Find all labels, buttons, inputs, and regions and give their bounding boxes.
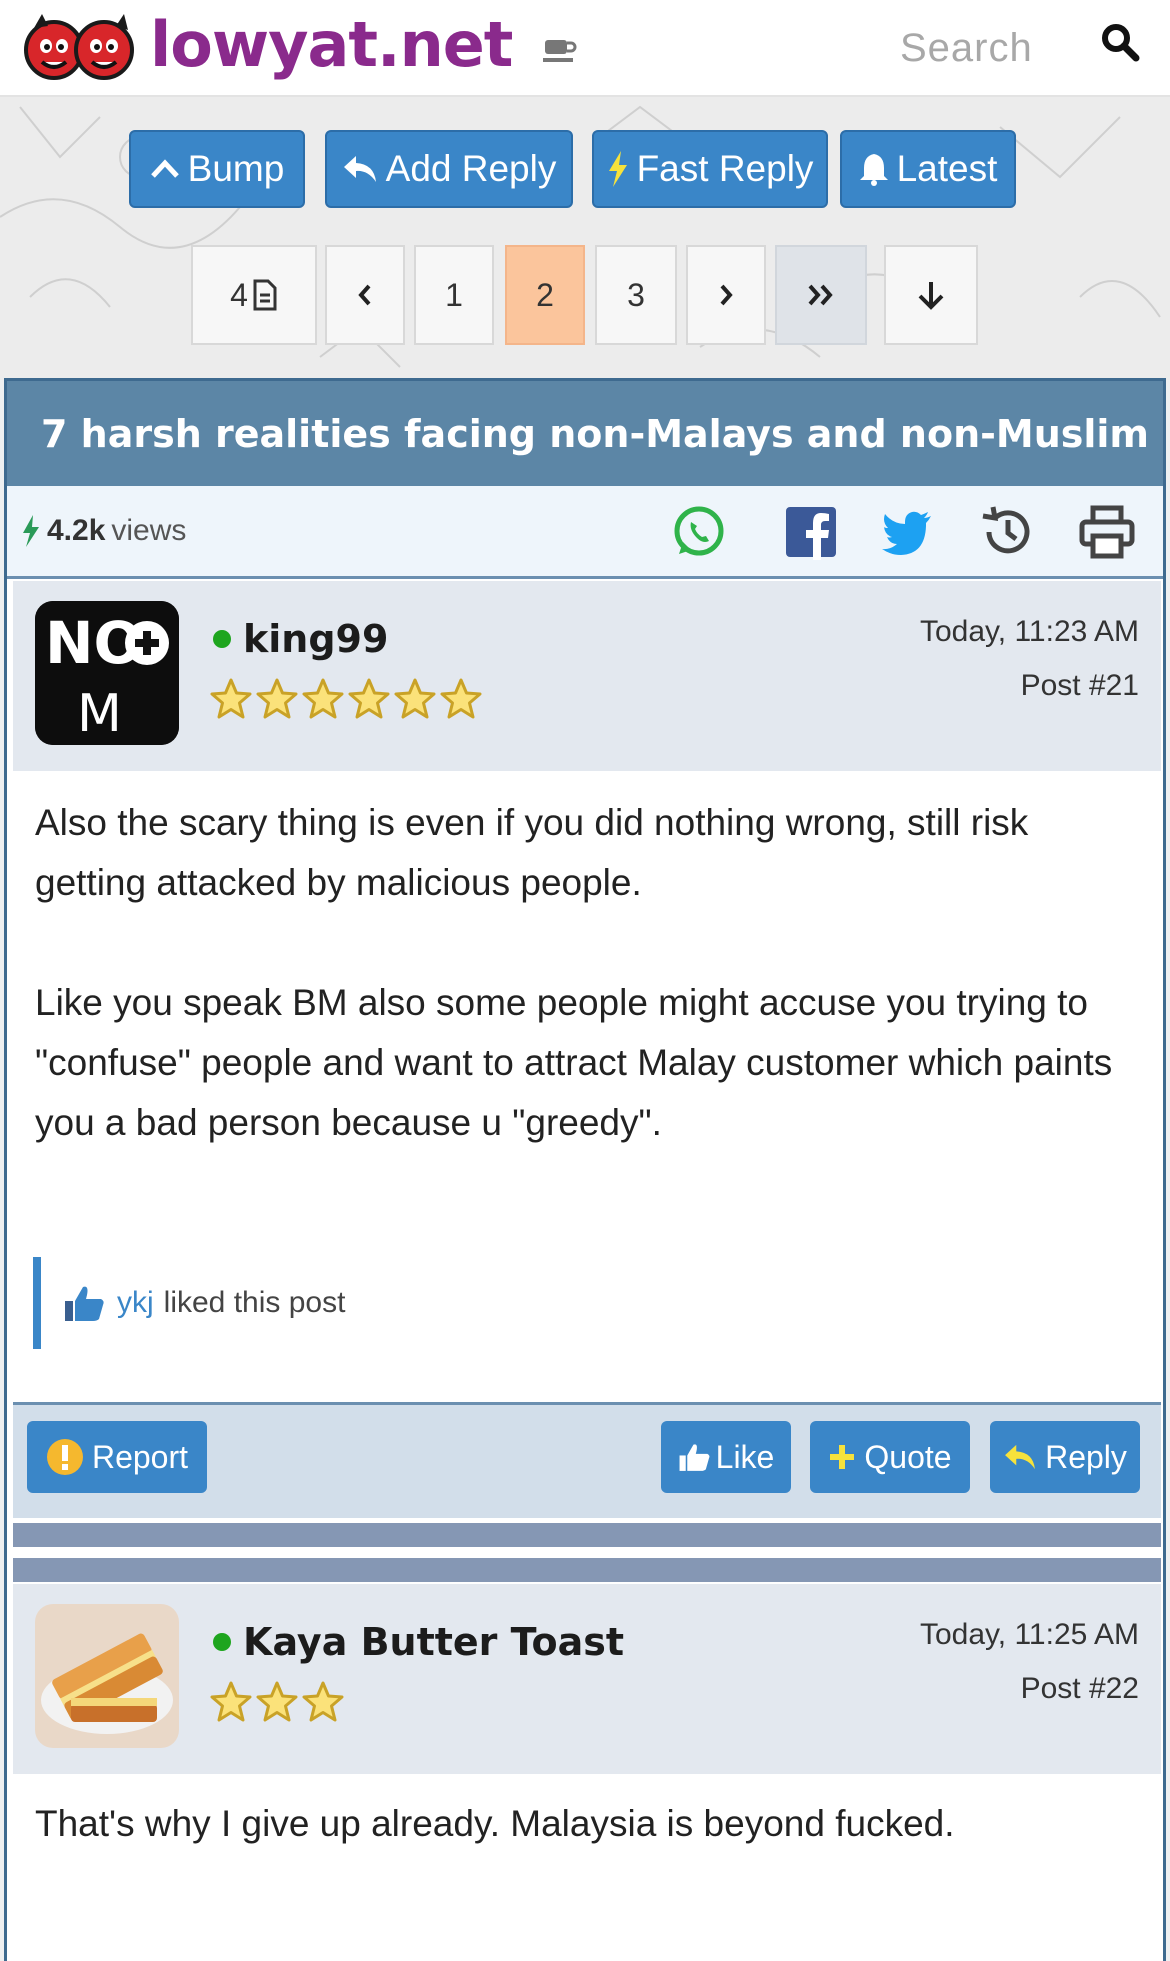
site-header: lowyat.net bbox=[0, 0, 1170, 97]
last-page-button[interactable] bbox=[775, 245, 867, 345]
liked-by-text: liked this post bbox=[163, 1286, 346, 1319]
page-1-label: 1 bbox=[445, 276, 463, 313]
lightning-bolt-icon bbox=[607, 151, 629, 187]
avatar[interactable]: NO M bbox=[35, 601, 179, 745]
post-timestamp: Today, 11:25 AM bbox=[919, 1618, 1139, 1651]
post-paragraph: Also the scary thing is even if you did … bbox=[35, 802, 1029, 903]
like-label: Like bbox=[715, 1438, 775, 1475]
star-icon bbox=[394, 678, 436, 719]
post-paragraph: Like you speak BM also some people might… bbox=[35, 982, 1113, 1143]
page-count-button[interactable]: 4 bbox=[191, 245, 317, 345]
views-label: views bbox=[111, 514, 187, 547]
reply-label: Reply bbox=[1045, 1438, 1127, 1475]
reply-arrow-icon bbox=[1005, 1444, 1036, 1470]
page-2-label: 2 bbox=[536, 276, 554, 313]
document-icon bbox=[253, 279, 277, 311]
post-number-link[interactable]: Post #22 bbox=[1021, 1672, 1139, 1706]
previous-page-button[interactable] bbox=[325, 245, 405, 345]
quote-label: Quote bbox=[864, 1438, 952, 1475]
post-actions-bar: Report Like Quote Reply bbox=[13, 1402, 1161, 1518]
whatsapp-icon[interactable] bbox=[671, 504, 727, 560]
star-icon bbox=[210, 1681, 252, 1722]
reply-arrow-icon bbox=[342, 154, 378, 184]
report-label: Report bbox=[91, 1438, 189, 1475]
avatar[interactable] bbox=[35, 1604, 179, 1748]
total-pages-label: 4 bbox=[230, 276, 248, 313]
page-1-button[interactable]: 1 bbox=[414, 245, 494, 345]
search-input[interactable] bbox=[900, 20, 1080, 76]
avatar-bottom-text: M bbox=[77, 684, 122, 744]
star-icon bbox=[440, 678, 482, 719]
twitter-icon[interactable] bbox=[879, 504, 935, 560]
topic-stats-bar: 4.2k views bbox=[7, 486, 1163, 579]
star-icon bbox=[210, 678, 252, 719]
like-button[interactable]: Like bbox=[661, 1421, 791, 1493]
page-3-label: 3 bbox=[627, 276, 645, 313]
views-count: 4.2k bbox=[47, 514, 106, 547]
quote-button[interactable]: Quote bbox=[810, 1421, 970, 1493]
liked-by-note: ykj liked this post bbox=[33, 1257, 633, 1349]
chevron-right-icon bbox=[720, 284, 733, 306]
post-header: NO M king99 Today, 11:23 AM Post #21 bbox=[13, 581, 1161, 771]
facebook-icon[interactable] bbox=[783, 504, 839, 560]
latest-button[interactable]: Latest bbox=[840, 130, 1016, 208]
site-logo[interactable]: lowyat.net bbox=[150, 8, 513, 81]
add-reply-label: Add Reply bbox=[385, 148, 557, 189]
avatar-image: NO M bbox=[35, 601, 179, 745]
report-button[interactable]: Report bbox=[27, 1421, 207, 1493]
latest-label: Latest bbox=[896, 148, 998, 189]
online-status-dot bbox=[213, 1633, 231, 1651]
bump-button[interactable]: Bump bbox=[129, 130, 305, 208]
search-icon[interactable] bbox=[1100, 22, 1140, 62]
post-separator bbox=[13, 1523, 1161, 1547]
username-text: Kaya Butter Toast bbox=[243, 1620, 625, 1664]
post-header: Kaya Butter Toast Today, 11:25 AM Post #… bbox=[13, 1584, 1161, 1774]
fast-reply-button[interactable]: Fast Reply bbox=[592, 130, 828, 208]
online-status-dot bbox=[213, 630, 231, 648]
star-icon bbox=[256, 1681, 298, 1722]
user-rating-stars bbox=[209, 677, 483, 721]
bell-icon bbox=[859, 152, 889, 186]
user-rating-stars bbox=[209, 1680, 345, 1724]
coffee-cup-icon[interactable] bbox=[543, 36, 577, 64]
post-paragraph: That's why I give up already. Malaysia i… bbox=[35, 1803, 955, 1844]
post-body: That's why I give up already. Malaysia i… bbox=[35, 1794, 1145, 1854]
star-icon bbox=[302, 678, 344, 719]
warning-icon bbox=[46, 1439, 83, 1475]
double-chevron-right-icon bbox=[808, 284, 833, 306]
plus-icon bbox=[830, 1445, 855, 1469]
arrow-down-icon bbox=[918, 282, 944, 310]
logo-faces-icon[interactable] bbox=[24, 10, 136, 86]
post-separator bbox=[13, 1558, 1161, 1582]
views-counter: 4.2k views bbox=[21, 514, 186, 548]
post-username[interactable]: Kaya Butter Toast bbox=[213, 1620, 624, 1664]
topic-title: 7 harsh realities facing non-Malays and … bbox=[7, 381, 1163, 486]
scroll-down-button[interactable] bbox=[884, 245, 978, 345]
bump-label: Bump bbox=[187, 148, 285, 189]
page-3-button[interactable]: 3 bbox=[595, 245, 677, 345]
page-2-button[interactable]: 2 bbox=[505, 245, 585, 345]
username-text: king99 bbox=[243, 617, 389, 661]
post-body: Also the scary thing is even if you did … bbox=[35, 793, 1145, 1153]
star-icon bbox=[256, 678, 298, 719]
thumbs-up-icon bbox=[65, 1286, 104, 1321]
next-page-button[interactable] bbox=[686, 245, 766, 345]
post-timestamp: Today, 11:23 AM bbox=[919, 615, 1139, 648]
chevron-left-icon bbox=[358, 284, 371, 306]
history-icon[interactable] bbox=[979, 504, 1035, 560]
print-icon[interactable] bbox=[1079, 504, 1135, 560]
chevron-up-icon bbox=[150, 158, 180, 180]
post-username[interactable]: king99 bbox=[213, 617, 388, 661]
post-number-link[interactable]: Post #21 bbox=[1021, 669, 1139, 703]
thumbs-up-icon bbox=[679, 1444, 710, 1471]
star-icon bbox=[302, 1681, 344, 1722]
reply-button[interactable]: Reply bbox=[990, 1421, 1140, 1493]
kaya-toast-avatar-icon bbox=[35, 1604, 179, 1748]
lightning-bolt-icon bbox=[23, 515, 39, 547]
fast-reply-label: Fast Reply bbox=[636, 148, 814, 189]
add-reply-button[interactable]: Add Reply bbox=[325, 130, 573, 208]
star-icon bbox=[348, 678, 390, 719]
liked-by-username[interactable]: ykj bbox=[117, 1286, 154, 1320]
topic-container: 7 harsh realities facing non-Malays and … bbox=[4, 378, 1166, 1961]
